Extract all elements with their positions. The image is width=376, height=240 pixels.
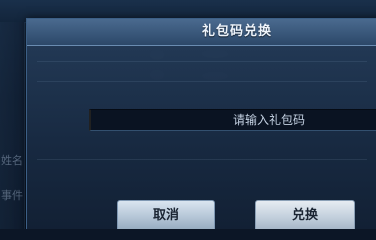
game-screen: 姓名 事件 礼包码兑换 取消 兑换 [0, 0, 376, 229]
divider [37, 159, 367, 160]
redeem-button[interactable]: 兑换 [255, 200, 355, 229]
divider [37, 81, 367, 82]
gift-code-dialog: 礼包码兑换 取消 兑换 [26, 18, 376, 229]
background-side-label: 姓名 [1, 154, 23, 167]
gift-code-input[interactable] [89, 109, 376, 131]
background-side-panel: 姓名 事件 [0, 22, 25, 229]
cancel-button[interactable]: 取消 [117, 200, 215, 229]
dialog-title: 礼包码兑换 [201, 24, 272, 39]
background-side-label: 事件 [1, 189, 23, 202]
divider [37, 61, 367, 62]
